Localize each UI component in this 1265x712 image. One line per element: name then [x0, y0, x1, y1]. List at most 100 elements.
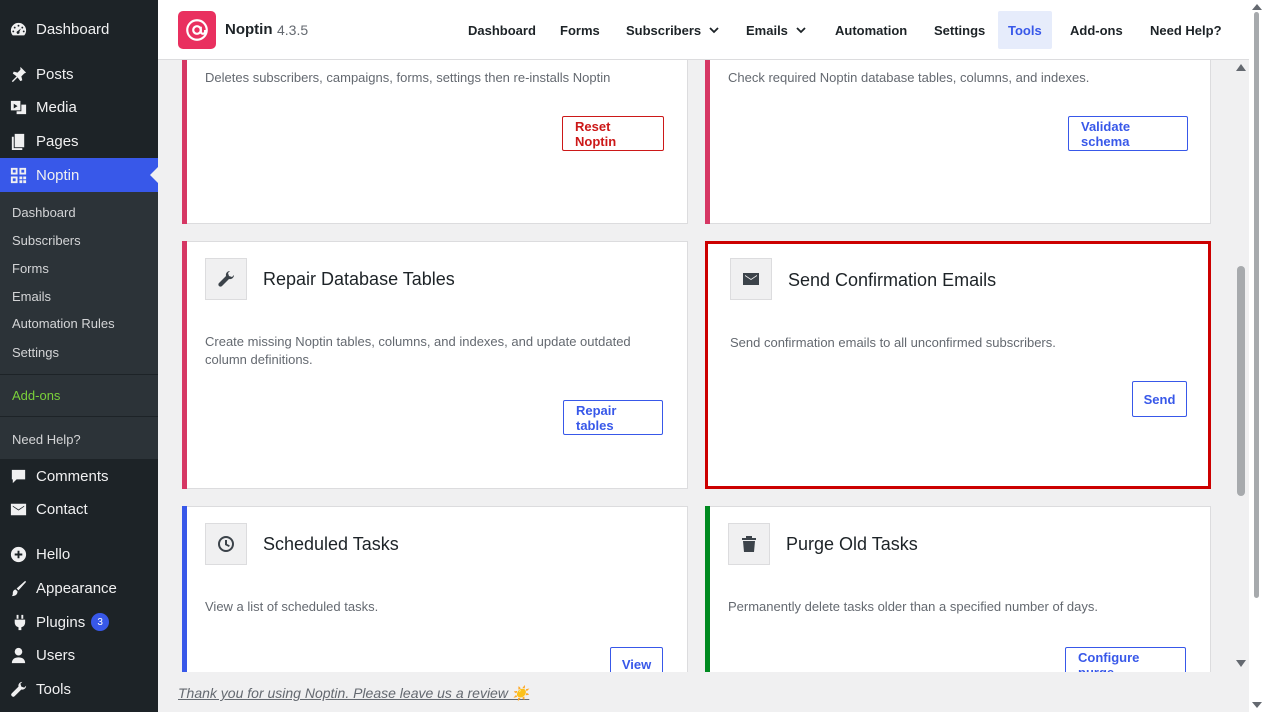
nav-automation-label: Automation: [835, 22, 908, 38]
admin-sidebar: Dashboard Posts Media Pages Noptin Dashb…: [0, 0, 158, 712]
menu-appearance-label: Appearance: [36, 579, 117, 597]
chevron-down-icon: [709, 27, 719, 34]
submenu-divider: [0, 416, 158, 417]
validate-schema-button[interactable]: Validate schema: [1068, 116, 1188, 151]
submenu-subscribers[interactable]: Subscribers: [12, 233, 81, 248]
reset-description: Deletes subscribers, campaigns, forms, s…: [205, 70, 611, 85]
menu-pages[interactable]: Pages: [0, 124, 158, 158]
menu-noptin[interactable]: Noptin: [0, 158, 158, 192]
nav-forms-label: Forms: [560, 22, 600, 38]
submenu-emails[interactable]: Emails: [12, 289, 51, 304]
send-button[interactable]: Send: [1132, 381, 1187, 417]
noptin-submenu: Dashboard Subscribers Forms Emails Autom…: [0, 192, 158, 459]
submenu-divider: [0, 374, 158, 375]
menu-posts-label: Posts: [36, 65, 74, 83]
reset-card: Deletes subscribers, campaigns, forms, s…: [182, 60, 688, 224]
nav-automation[interactable]: Automation: [825, 11, 917, 49]
menu-users[interactable]: Users: [0, 638, 158, 672]
chevron-down-icon: [796, 27, 806, 34]
nav-addons[interactable]: Add-ons: [1060, 11, 1133, 49]
menu-plugins[interactable]: Plugins 3: [0, 605, 158, 639]
plug-icon: [8, 612, 28, 632]
menu-appearance[interactable]: Appearance: [0, 571, 158, 605]
menu-tools-label: Tools: [36, 680, 72, 698]
menu-media-label: Media: [36, 98, 77, 116]
nav-dashboard-label: Dashboard: [468, 22, 536, 38]
brand-name: Noptin: [225, 21, 273, 38]
menu-hello[interactable]: Hello: [0, 537, 158, 571]
icon-container: [205, 258, 247, 300]
reset-noptin-button[interactable]: Reset Noptin: [562, 116, 664, 151]
purge-title: Purge Old Tasks: [786, 534, 918, 554]
menu-contact[interactable]: Contact: [0, 492, 158, 526]
nav-forms[interactable]: Forms: [550, 11, 610, 49]
send-title: Send Confirmation Emails: [788, 270, 997, 290]
repair-description: Create missing Noptin tables, columns, a…: [205, 334, 631, 367]
submenu-addons[interactable]: Add-ons: [12, 388, 60, 403]
paintbrush-icon: [8, 578, 28, 598]
window-scroll-thumb[interactable]: [1254, 12, 1259, 598]
version-number: 4.3.5: [277, 22, 309, 38]
nav-need-help[interactable]: Need Help?: [1140, 11, 1232, 49]
nav-emails[interactable]: Emails: [736, 11, 816, 49]
nav-tools[interactable]: Tools: [998, 11, 1052, 49]
scroll-thumb[interactable]: [1237, 266, 1245, 496]
envelope-icon: [743, 273, 759, 285]
scheduled-description: View a list of scheduled tasks.: [205, 599, 379, 614]
submenu-automation-rules[interactable]: Automation Rules: [12, 316, 115, 331]
menu-hello-label: Hello: [36, 545, 71, 563]
menu-media[interactable]: Media: [0, 90, 158, 124]
menu-tools[interactable]: Tools: [0, 672, 158, 706]
icon-container: [205, 523, 247, 565]
wrench-icon: [8, 679, 28, 699]
validate-description: Check required Noptin database tables, c…: [728, 70, 1090, 85]
nav-subscribers-label: Subscribers: [626, 22, 702, 38]
envelope-icon: [8, 499, 28, 519]
submenu-settings[interactable]: Settings: [12, 345, 59, 360]
clock-icon: [218, 536, 234, 552]
menu-comments-label: Comments: [36, 467, 109, 485]
menu-dashboard[interactable]: Dashboard: [0, 12, 158, 46]
submenu-dashboard[interactable]: Dashboard: [12, 205, 76, 220]
scroll-down-arrow[interactable]: [1252, 702, 1262, 708]
menu-contact-label: Contact: [36, 500, 88, 518]
view-tasks-button[interactable]: View: [610, 647, 663, 672]
card-stripe: [182, 506, 187, 672]
noptin-header: Noptin 4.3.5 Dashboard Forms Subscribers…: [158, 0, 1249, 60]
nav-settings[interactable]: Settings: [924, 11, 995, 49]
scroll-up-arrow[interactable]: [1252, 4, 1262, 10]
comment-icon: [8, 466, 28, 486]
dashboard-icon: [8, 19, 28, 39]
scroll-down-arrow[interactable]: [1236, 660, 1246, 667]
submenu-forms[interactable]: Forms: [12, 261, 49, 276]
nav-settings-label: Settings: [934, 22, 986, 38]
repair-title: Repair Database Tables: [263, 269, 455, 289]
repair-tables-card: Repair Database Tables Create missing No…: [182, 241, 688, 489]
user-icon: [8, 645, 28, 665]
menu-pages-label: Pages: [36, 132, 79, 150]
configure-purge-button[interactable]: Configure purge: [1065, 647, 1186, 672]
icon-container: [730, 258, 772, 300]
card-stripe: [182, 60, 187, 224]
window-scrollbar[interactable]: [1249, 0, 1265, 712]
send-description: Send confirmation emails to all unconfir…: [730, 335, 1056, 350]
icon-container: [728, 523, 770, 565]
nav-subscribers[interactable]: Subscribers: [616, 11, 729, 49]
nav-addons-label: Add-ons: [1070, 22, 1123, 38]
tools-content: Deletes subscribers, campaigns, forms, s…: [158, 60, 1233, 672]
purge-description: Permanently delete tasks older than a sp…: [728, 599, 1098, 614]
purge-tasks-card: Purge Old Tasks Permanently delete tasks…: [705, 506, 1211, 672]
repair-tables-button[interactable]: Repair tables: [563, 400, 663, 435]
at-sign-icon: [186, 19, 208, 41]
plugins-update-badge: 3: [91, 613, 110, 631]
nav-dashboard[interactable]: Dashboard: [458, 11, 546, 49]
menu-dashboard-label: Dashboard: [36, 20, 110, 38]
submenu-need-help[interactable]: Need Help?: [12, 432, 81, 447]
pushpin-icon: [8, 64, 28, 84]
review-link[interactable]: Thank you for using Noptin. Please leave…: [178, 685, 529, 702]
scheduled-title: Scheduled Tasks: [263, 534, 399, 554]
menu-posts[interactable]: Posts: [0, 57, 158, 91]
content-scrollbar[interactable]: [1233, 60, 1249, 672]
scroll-up-arrow[interactable]: [1236, 64, 1246, 71]
menu-comments[interactable]: Comments: [0, 459, 158, 493]
